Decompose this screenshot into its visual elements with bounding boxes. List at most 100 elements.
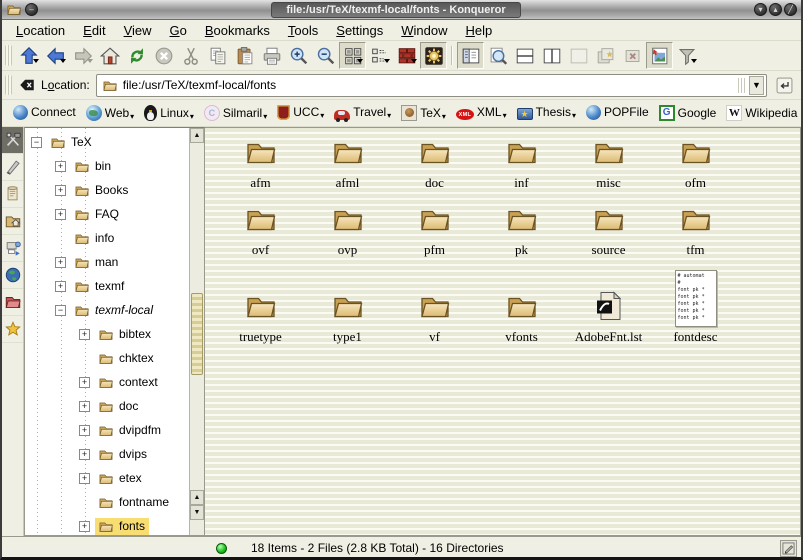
minimize-button[interactable]: ▾: [754, 3, 767, 16]
title-bar[interactable]: – file:/usr/TeX/texmf-local/fonts - Konq…: [2, 0, 801, 20]
bookmark-item[interactable]: Web ▾: [81, 103, 139, 124]
close-button[interactable]: ╱: [784, 3, 797, 16]
file-item[interactable]: AdobeFnt.lst: [565, 290, 652, 345]
tree-item[interactable]: doc: [25, 394, 189, 418]
detail-view-button[interactable]: [366, 42, 393, 69]
file-item[interactable]: pfm: [391, 203, 478, 258]
home-button[interactable]: [96, 42, 123, 69]
file-item[interactable]: doc: [391, 136, 478, 191]
services-tab-button[interactable]: [2, 235, 23, 262]
back-button[interactable]: [42, 42, 69, 69]
tree-expander-icon[interactable]: [79, 329, 90, 340]
split-left-right-button[interactable]: [538, 42, 565, 69]
menu-item[interactable]: Bookmarks: [197, 22, 278, 39]
location-dropdown-arrow-icon[interactable]: ▼: [749, 76, 764, 95]
zoom-in-button[interactable]: [285, 42, 312, 69]
file-item[interactable]: ovp: [304, 203, 391, 258]
tree-item[interactable]: etex: [25, 466, 189, 490]
gear-view-button[interactable]: [420, 42, 447, 69]
bookmark-item[interactable]: Silmaril ▾: [199, 103, 272, 124]
tree-expander-icon[interactable]: [79, 425, 90, 436]
tree-expander-icon[interactable]: [79, 473, 90, 484]
paste-button[interactable]: [231, 42, 258, 69]
bookmark-item[interactable]: UCC ▾: [272, 103, 329, 123]
blade-tab-button[interactable]: [2, 154, 23, 181]
history-tab-button[interactable]: [2, 181, 23, 208]
close-tab-button[interactable]: [619, 42, 646, 69]
tree-item[interactable]: dvips: [25, 442, 189, 466]
brick-view-button[interactable]: [393, 42, 420, 69]
statusbar-settings-icon[interactable]: [780, 540, 797, 557]
bookmark-item[interactable]: TeX ▾: [396, 103, 451, 124]
scroll-down-button[interactable]: ▼: [190, 505, 204, 520]
menu-item[interactable]: Window: [393, 22, 455, 39]
tree-expander-icon[interactable]: [55, 161, 66, 172]
copy-button[interactable]: [204, 42, 231, 69]
go-button[interactable]: [771, 72, 797, 98]
tree-expander-icon[interactable]: [79, 401, 90, 412]
tree-item[interactable]: info: [25, 226, 189, 250]
find-file-button[interactable]: [484, 42, 511, 69]
tree-item[interactable]: context: [25, 370, 189, 394]
file-item[interactable]: vfonts: [478, 290, 565, 345]
file-item[interactable]: vf: [391, 290, 478, 345]
file-icon-view[interactable]: afm afml: [205, 127, 801, 536]
zoom-out-button[interactable]: [312, 42, 339, 69]
file-item[interactable]: # automat # font pk * font pk * font pk …: [652, 270, 739, 345]
file-item[interactable]: tfm: [652, 203, 739, 258]
sidebar-config-button[interactable]: [2, 127, 23, 154]
bookmark-item[interactable]: Connect ▾: [8, 103, 81, 123]
filter-button[interactable]: [673, 42, 700, 69]
toolbar-handle[interactable]: [5, 45, 12, 66]
up-button[interactable]: [15, 42, 42, 69]
menu-item[interactable]: Help: [458, 22, 501, 39]
file-item[interactable]: ovf: [217, 203, 304, 258]
tree-item[interactable]: dvipdfm: [25, 418, 189, 442]
home-directory-tab-button[interactable]: [2, 208, 23, 235]
reload-button[interactable]: [123, 42, 150, 69]
location-combobox[interactable]: file:/usr/TeX/texmf-local/fonts ▼: [96, 74, 767, 97]
remove-view-button[interactable]: [565, 42, 592, 69]
menu-item[interactable]: Location: [8, 22, 73, 39]
bookmark-item[interactable]: POPFile ▾: [581, 103, 654, 123]
tree-scrollbar[interactable]: ▲ ▲ ▼: [189, 128, 204, 535]
menu-item[interactable]: Settings: [328, 22, 391, 39]
thumbnails-button[interactable]: [646, 42, 673, 69]
file-item[interactable]: pk: [478, 203, 565, 258]
network-tab-button[interactable]: [2, 262, 23, 289]
sticky-button[interactable]: –: [25, 3, 38, 16]
root-directory-tab-button[interactable]: [2, 289, 23, 316]
file-item[interactable]: inf: [478, 136, 565, 191]
tree-item[interactable]: texmf-local: [25, 298, 189, 322]
file-item[interactable]: afm: [217, 136, 304, 191]
print-button[interactable]: [258, 42, 285, 69]
bookmarks-tab-button[interactable]: [2, 316, 23, 343]
stop-button[interactable]: [150, 42, 177, 69]
bookmark-item[interactable]: Google ▾: [654, 103, 722, 124]
window-menu-folder-icon[interactable]: [6, 2, 22, 17]
tree-item[interactable]: bibtex: [25, 322, 189, 346]
bookmark-item[interactable]: XML ▾: [451, 103, 512, 123]
file-item[interactable]: truetype: [217, 290, 304, 345]
tree-expander-icon[interactable]: [79, 449, 90, 460]
cut-button[interactable]: [177, 42, 204, 69]
tree-item[interactable]: chktex: [25, 346, 189, 370]
scroll-up-button-bottom[interactable]: ▲: [190, 490, 204, 505]
new-tab-button[interactable]: [592, 42, 619, 69]
bookmark-item[interactable]: Thesis ▾: [512, 103, 581, 123]
menu-item[interactable]: View: [116, 22, 160, 39]
scrollbar-thumb[interactable]: [191, 293, 203, 375]
tree-expander-icon[interactable]: [55, 281, 66, 292]
bookmark-item[interactable]: Travel ▾: [329, 103, 396, 123]
tree-item[interactable]: Books: [25, 178, 189, 202]
menu-item[interactable]: Edit: [75, 22, 113, 39]
scroll-up-button[interactable]: ▲: [190, 128, 204, 143]
tree-item[interactable]: man: [25, 250, 189, 274]
sidebar-toggle-button[interactable]: [457, 42, 484, 69]
bookmark-item[interactable]: Linux ▾: [139, 103, 199, 124]
tree-item[interactable]: fonts: [25, 514, 189, 535]
tree-item[interactable]: FAQ: [25, 202, 189, 226]
file-item[interactable]: source: [565, 203, 652, 258]
menu-item[interactable]: Go: [162, 22, 195, 39]
tree-expander-icon[interactable]: [79, 377, 90, 388]
